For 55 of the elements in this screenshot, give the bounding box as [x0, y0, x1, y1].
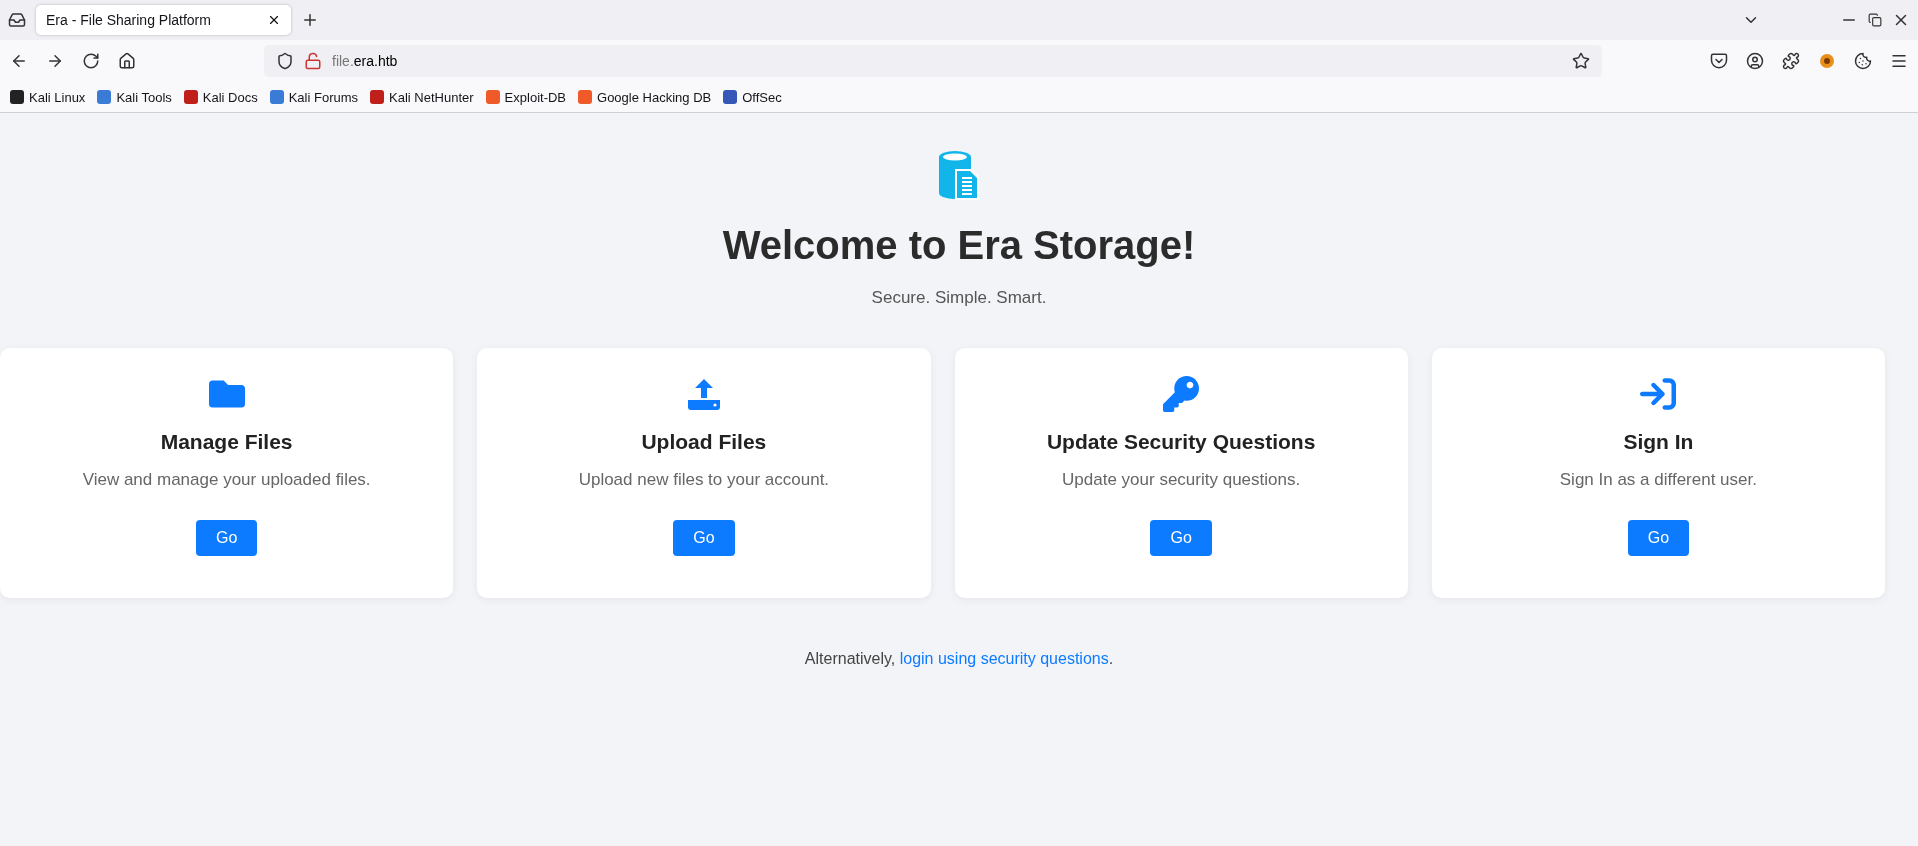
bookmark-link[interactable]: Google Hacking DB — [578, 89, 712, 105]
bookmark-icon — [723, 90, 738, 104]
extensions-icon[interactable] — [1782, 52, 1800, 70]
bookmark-icon — [269, 90, 284, 104]
card-description: Sign In as a different user. — [1559, 470, 1757, 490]
go-button[interactable]: Go — [673, 520, 735, 556]
bookmark-icon — [370, 90, 385, 104]
restore-icon[interactable] — [1868, 11, 1882, 29]
card-description: View and manage your uploaded files. — [82, 470, 371, 490]
bookmark-link[interactable]: Exploit-DB — [485, 89, 567, 105]
reload-icon[interactable] — [82, 52, 100, 70]
card-description: Upload new files to your account. — [578, 470, 830, 490]
shield-icon[interactable] — [276, 52, 294, 70]
bookmark-link[interactable]: OffSec — [723, 89, 782, 105]
security-questions-link[interactable]: login using security questions — [899, 650, 1109, 667]
forward-icon[interactable] — [46, 52, 64, 70]
card-description: Update your security questions. — [1062, 470, 1301, 490]
bookmark-icon — [485, 90, 500, 104]
card-title: Manage Files — [160, 430, 293, 454]
url-text: file.era.htb — [332, 53, 398, 69]
cookie-icon[interactable] — [1854, 52, 1872, 70]
back-icon[interactable] — [10, 52, 28, 70]
lock-icon[interactable] — [304, 52, 322, 70]
address-bar[interactable]: file.era.htb — [264, 45, 1602, 77]
bookmark-icon — [10, 90, 24, 104]
go-button[interactable]: Go — [1627, 520, 1690, 556]
menu-icon[interactable] — [1890, 52, 1908, 70]
bookmark-icon — [578, 90, 593, 104]
bookmark-link[interactable]: Kali Linux — [10, 89, 86, 105]
bookmark-icon — [183, 90, 198, 104]
storage-logo-icon — [937, 149, 981, 201]
key-icon — [1163, 376, 1200, 412]
bookmark-link[interactable]: Kali Forums — [269, 89, 359, 105]
sign-in-icon — [1640, 376, 1677, 412]
bookmark-link[interactable]: Kali Docs — [183, 89, 258, 105]
home-icon[interactable] — [118, 52, 136, 70]
card-title: Upload Files — [641, 430, 767, 454]
page-heading: Welcome to Era Storage! — [722, 223, 1196, 268]
bookmark-icon — [97, 90, 112, 104]
tab-title: Era - File Sharing Platform — [46, 12, 211, 28]
close-icon[interactable] — [267, 13, 281, 27]
bookmark-link[interactable]: Kali NetHunter — [370, 89, 474, 105]
star-icon[interactable] — [1572, 52, 1590, 70]
card-title: Sign In — [1623, 430, 1694, 454]
browser-tab[interactable]: Era - File Sharing Platform — [36, 5, 291, 35]
account-icon[interactable] — [1746, 52, 1764, 70]
go-button[interactable]: Go — [1150, 520, 1212, 556]
card-title: Update Security Questions — [1046, 430, 1316, 454]
upload-icon — [685, 376, 722, 412]
page-subtitle: Secure. Simple. Smart. — [871, 288, 1047, 308]
new-tab-icon[interactable] — [301, 11, 319, 29]
go-button[interactable]: Go — [195, 520, 258, 556]
pocket-icon[interactable] — [1710, 52, 1728, 70]
footer-text: Alternatively, login using security questions. — [804, 650, 1114, 668]
bookmark-link[interactable]: Kali Tools — [97, 89, 172, 105]
